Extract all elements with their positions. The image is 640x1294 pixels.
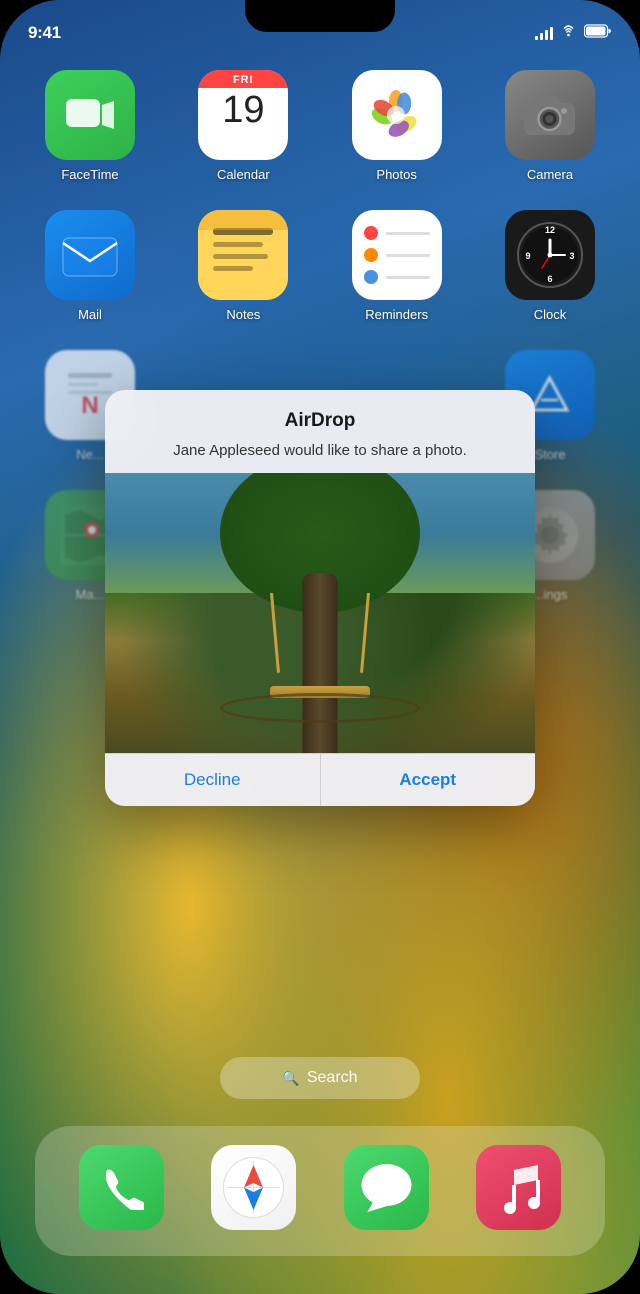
app-photos[interactable]: Photos bbox=[337, 70, 457, 182]
app-facetime[interactable]: FaceTime bbox=[30, 70, 150, 182]
svg-text:3: 3 bbox=[569, 251, 574, 261]
app-label-clock: Clock bbox=[534, 307, 567, 322]
signal-icon bbox=[535, 27, 553, 40]
svg-text:6: 6 bbox=[547, 274, 552, 284]
app-clock[interactable]: 12 3 6 9 Clock bbox=[490, 210, 610, 322]
app-mail[interactable]: Mail bbox=[30, 210, 150, 322]
app-label-reminders: Reminders bbox=[365, 307, 428, 322]
dock bbox=[35, 1126, 605, 1256]
phone-frame: 9:41 bbox=[0, 0, 640, 1294]
calendar-day: 19 bbox=[222, 90, 264, 132]
airdrop-title: AirDrop bbox=[125, 410, 515, 432]
app-label-settings: ...ings bbox=[533, 587, 568, 602]
app-notes[interactable]: Notes bbox=[183, 210, 303, 322]
wifi-icon bbox=[560, 24, 577, 42]
app-calendar[interactable]: FRI 19 Calendar bbox=[183, 70, 303, 182]
app-label-photos: Photos bbox=[376, 167, 416, 182]
airdrop-decline-button[interactable]: Decline bbox=[105, 754, 321, 806]
search-label: Search bbox=[307, 1069, 358, 1087]
app-label-facetime: FaceTime bbox=[61, 167, 118, 182]
app-label-appstore: Store bbox=[534, 447, 565, 462]
app-reminders[interactable]: Reminders bbox=[337, 210, 457, 322]
search-icon: 🔍 bbox=[282, 1070, 299, 1087]
app-label-calendar: Calendar bbox=[217, 167, 270, 182]
battery-icon bbox=[584, 24, 612, 43]
search-pill[interactable]: 🔍 Search bbox=[220, 1057, 420, 1099]
dock-app-safari[interactable] bbox=[204, 1145, 304, 1237]
svg-text:N: N bbox=[81, 392, 98, 419]
airdrop-accept-button[interactable]: Accept bbox=[321, 754, 536, 806]
airdrop-header: AirDrop Jane Appleseed would like to sha… bbox=[105, 390, 535, 473]
airdrop-actions: Decline Accept bbox=[105, 753, 535, 806]
app-label-camera: Camera bbox=[527, 167, 573, 182]
app-row-2: Mail Notes bbox=[30, 210, 610, 322]
app-label-mail: Mail bbox=[78, 307, 102, 322]
dock-app-phone[interactable] bbox=[71, 1145, 171, 1237]
calendar-weekday: FRI bbox=[198, 70, 288, 88]
app-label-notes: Notes bbox=[226, 307, 260, 322]
notch bbox=[245, 0, 395, 32]
status-time: 9:41 bbox=[28, 23, 61, 43]
airdrop-message: Jane Appleseed would like to share a pho… bbox=[125, 440, 515, 461]
app-label-maps: Ma... bbox=[76, 587, 105, 602]
svg-text:9: 9 bbox=[525, 251, 530, 261]
airdrop-modal: AirDrop Jane Appleseed would like to sha… bbox=[105, 390, 535, 806]
dock-app-music[interactable] bbox=[469, 1145, 569, 1237]
status-icons bbox=[535, 24, 612, 43]
app-camera[interactable]: Camera bbox=[490, 70, 610, 182]
app-label-news: Ne... bbox=[76, 447, 103, 462]
dock-app-messages[interactable] bbox=[336, 1145, 436, 1237]
app-row-1: FaceTime FRI 19 Calendar bbox=[30, 70, 610, 182]
svg-text:12: 12 bbox=[545, 225, 555, 235]
airdrop-photo bbox=[105, 473, 535, 753]
